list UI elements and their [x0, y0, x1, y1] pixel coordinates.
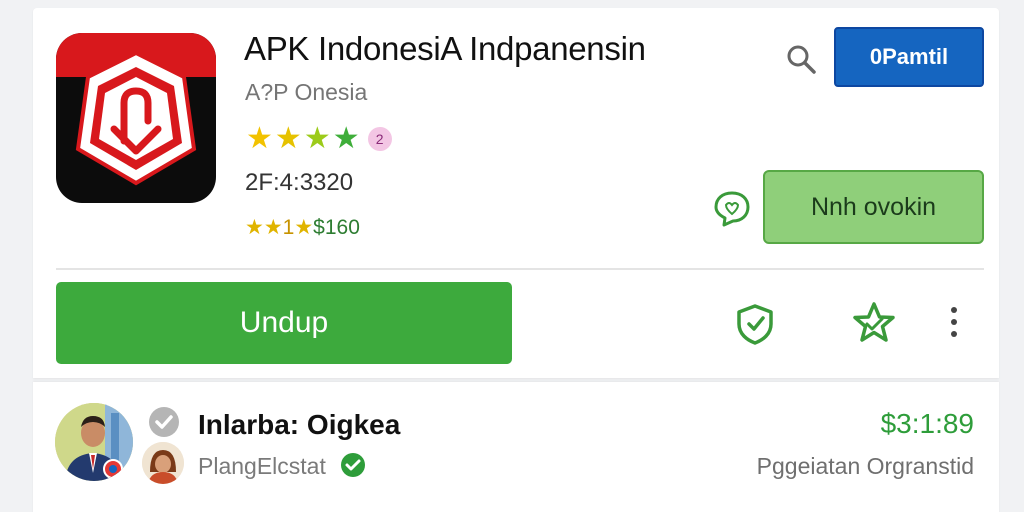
star-icon: ★ [332, 121, 360, 156]
verified-gray-icon [149, 407, 179, 437]
secondary-action-button[interactable]: Nnh ovokin [763, 170, 984, 244]
shield-icon[interactable] [733, 302, 777, 346]
app-developer[interactable]: A?P Onesia [245, 79, 367, 106]
app-title: APK IndonesiA Indpanensin [244, 30, 646, 67]
person-mini-icon [142, 442, 184, 484]
small-rating-num: 1 [282, 216, 295, 239]
review-card [33, 382, 999, 512]
rating-count-badge: 2 [367, 127, 392, 151]
reviewer-avatar[interactable] [55, 403, 133, 481]
app-size-text: 2F:4:3320 [245, 169, 354, 196]
app-logo-icon[interactable] [56, 33, 216, 203]
section-divider [56, 268, 984, 270]
check-circle-icon [341, 453, 365, 477]
open-button[interactable]: 0Pamtil [834, 27, 984, 87]
star-icon: ★ [246, 121, 273, 156]
person-avatar-icon [55, 403, 133, 481]
star-icon: ★ [303, 121, 331, 156]
small-stars: ★★ [245, 215, 283, 239]
install-button[interactable]: Undup [56, 282, 512, 364]
more-vert-icon[interactable] [944, 304, 964, 340]
chat-heart-icon[interactable] [712, 188, 752, 228]
small-star: ★ [294, 215, 314, 239]
star-outline-icon[interactable] [851, 300, 897, 346]
small-rating-line: ★★1★$160 [245, 215, 360, 240]
search-icon[interactable] [785, 43, 817, 75]
reviewer-name[interactable]: Inlarba: Oigkea [198, 409, 400, 441]
rating-stars: ★ ★ ★ ★ 2 [246, 124, 392, 154]
small-rating-tail: $160 [313, 216, 360, 239]
download-shield-icon [75, 50, 197, 186]
reviewer-subtitle: PlangElcstat [198, 453, 326, 479]
star-icon: ★ [274, 121, 302, 156]
price-text: $3:1:89 [880, 408, 974, 439]
price-subtitle: Pggeiatan Orgranstid [756, 453, 974, 479]
secondary-avatar[interactable] [142, 442, 184, 484]
